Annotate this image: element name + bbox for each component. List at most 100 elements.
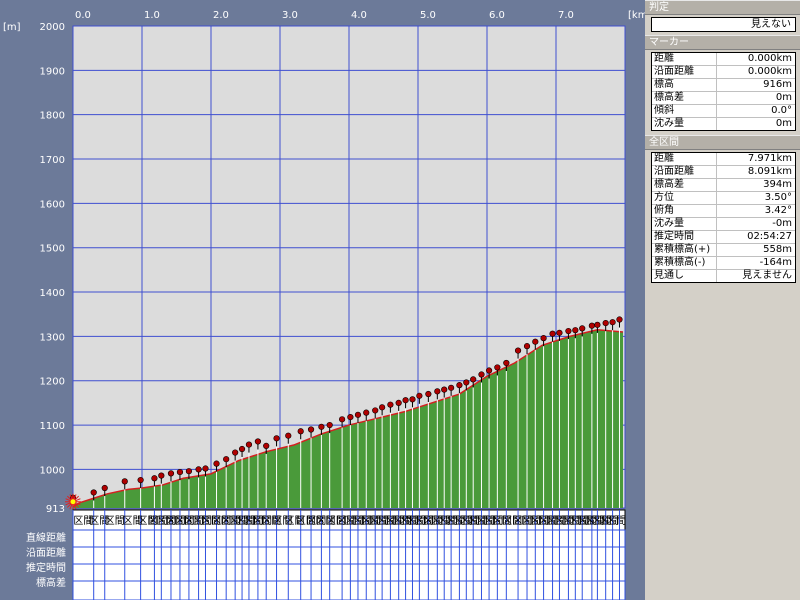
marker-pin[interactable] <box>616 316 623 323</box>
y-tick-label: 2000 <box>40 22 65 33</box>
marker-pin[interactable] <box>588 322 595 329</box>
marker-pin[interactable] <box>202 465 209 472</box>
marker-key: 標高 <box>652 79 717 91</box>
all-key: 沿面距離 <box>652 166 717 178</box>
x-tick-label: 0.0 <box>75 10 91 21</box>
marker-pin[interactable] <box>176 468 184 476</box>
marker-pin[interactable] <box>185 468 193 475</box>
marker-pin[interactable] <box>379 404 386 411</box>
marker-pin[interactable] <box>297 428 304 435</box>
marker-pin[interactable] <box>441 386 448 393</box>
all-row: 方位 3.50° <box>652 192 795 205</box>
all-key: 方位 <box>652 192 717 204</box>
marker-pin[interactable] <box>372 407 379 414</box>
marker-pin[interactable] <box>387 401 394 408</box>
marker-pin[interactable] <box>463 379 470 386</box>
all-key: 累積標高(+) <box>652 244 717 256</box>
y-tick-label: 1800 <box>40 111 65 122</box>
marker-pin[interactable] <box>254 438 262 445</box>
marker-pin[interactable] <box>307 426 315 433</box>
marker-pin[interactable] <box>347 413 354 421</box>
marker-pin[interactable] <box>434 388 441 395</box>
marker-pin[interactable] <box>409 396 416 403</box>
all-key: 標高差 <box>652 179 717 191</box>
all-value: 見えません <box>742 270 792 281</box>
all-section-title: 全区間 <box>645 135 800 150</box>
segment-table: 区間区間区間区間区間区間区間区間区間区間区間区間区間区間区間区間区間区間区間区間… <box>26 509 626 600</box>
marker-pin[interactable] <box>514 347 522 354</box>
marker-pin[interactable] <box>549 330 556 337</box>
all-value: -164m <box>759 257 792 268</box>
marker-pin[interactable] <box>470 376 477 383</box>
marker-pin[interactable] <box>273 435 280 442</box>
marker-pin[interactable] <box>354 411 362 418</box>
all-key: 俯角 <box>652 205 717 217</box>
marker-pin[interactable] <box>318 423 325 430</box>
y-tick-label: 1300 <box>40 332 65 343</box>
marker-pin[interactable] <box>363 409 370 416</box>
x-tick-label: 7.0 <box>558 10 574 21</box>
marker-pin[interactable] <box>478 371 485 378</box>
marker-pin[interactable] <box>90 489 97 496</box>
segment-header-cell[interactable]: 区間 <box>606 515 626 527</box>
y-tick-label: 1500 <box>40 244 65 255</box>
marker-pin[interactable] <box>285 432 292 439</box>
all-value: 3.50° <box>764 192 792 203</box>
marker-pin[interactable] <box>395 399 402 406</box>
marker-row: 標高差 0m <box>652 92 795 105</box>
all-value: 3.42° <box>764 205 792 216</box>
marker-pin[interactable] <box>523 343 531 350</box>
marker-pin[interactable] <box>195 466 202 473</box>
marker-pin[interactable] <box>565 327 572 335</box>
marker-pin[interactable] <box>572 327 579 334</box>
marker-pin[interactable] <box>540 335 547 342</box>
judge-value: 見えない <box>651 17 796 32</box>
marker-row: 距離 0.000km <box>652 53 795 66</box>
marker-pin[interactable] <box>494 364 501 371</box>
marker-pin[interactable] <box>167 470 175 477</box>
x-tick-label: 2.0 <box>213 10 229 21</box>
marker-pin[interactable] <box>121 478 128 485</box>
start-marker[interactable] <box>69 498 77 506</box>
marker-pin[interactable] <box>238 445 246 453</box>
marker-key: 傾斜 <box>652 105 717 117</box>
marker-pin[interactable] <box>416 392 423 399</box>
y-tick-label: 1700 <box>40 155 65 166</box>
marker-pin[interactable] <box>326 421 333 429</box>
marker-pin[interactable] <box>151 475 158 482</box>
marker-pin[interactable] <box>137 476 144 484</box>
marker-pin[interactable] <box>532 338 539 345</box>
marker-pin[interactable] <box>503 359 510 367</box>
marker-row: 沿面距離 0.000km <box>652 66 795 79</box>
all-value: 394m <box>763 179 792 190</box>
marker-pin[interactable] <box>245 441 253 448</box>
marker-pin[interactable] <box>594 321 601 328</box>
marker-pin[interactable] <box>101 484 108 492</box>
all-row: 標高差 394m <box>652 179 795 192</box>
marker-pin[interactable] <box>402 397 409 404</box>
x-unit-label: [km] <box>628 10 645 21</box>
marker-pin[interactable] <box>158 472 165 479</box>
marker-pin[interactable] <box>579 325 586 332</box>
all-row: 沿面距離 8.091km <box>652 166 795 179</box>
marker-pin[interactable] <box>213 460 220 467</box>
y-tick-label: 1100 <box>40 421 65 432</box>
profile-chart[interactable]: 0.0 1.0 2.0 3.0 4.0 5.0 6.0 7.0 2000 1900 1800 1700… <box>0 0 645 600</box>
marker-pin[interactable] <box>339 416 346 423</box>
all-key: 推定時間 <box>652 231 717 243</box>
marker-pin[interactable] <box>602 319 609 327</box>
marker-pin[interactable] <box>425 390 432 398</box>
y-tick-label: 913 <box>46 504 65 515</box>
y-tick-label: 1400 <box>40 288 65 299</box>
marker-pin[interactable] <box>263 442 270 450</box>
marker-pin[interactable] <box>609 319 616 326</box>
marker-pin[interactable] <box>223 456 230 463</box>
all-row: 距離 7.971km <box>652 153 795 166</box>
marker-pin[interactable] <box>556 329 563 336</box>
y-tick-label: 1000 <box>40 465 65 476</box>
marker-pin[interactable] <box>232 449 239 456</box>
marker-pin[interactable] <box>485 367 493 374</box>
marker-pin[interactable] <box>456 382 463 389</box>
all-row: 推定時間 02:54:27 <box>652 231 795 244</box>
marker-pin[interactable] <box>448 384 455 391</box>
